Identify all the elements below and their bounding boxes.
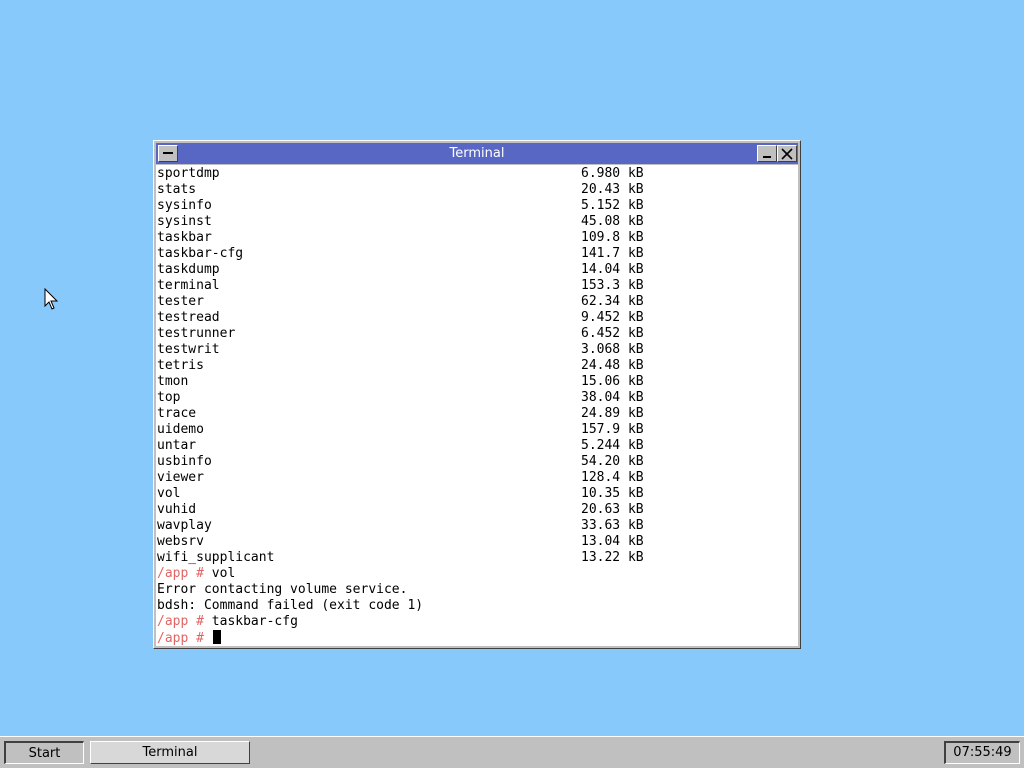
file-name: tetris [157, 358, 204, 373]
file-size: 20.63 kB [581, 502, 644, 517]
close-button[interactable] [777, 145, 797, 162]
minimize-icon [763, 156, 771, 158]
command-text: taskbar-cfg [211, 614, 298, 629]
file-size: 45.08 kB [581, 214, 644, 229]
file-name: uidemo [157, 422, 204, 437]
file-size: 9.452 kB [581, 310, 644, 325]
file-size: 5.152 kB [581, 198, 644, 213]
shell-prompt: /app # [157, 631, 212, 646]
shell-prompt: /app # [157, 566, 212, 581]
file-size: 6.452 kB [581, 326, 644, 341]
file-size: 62.34 kB [581, 294, 644, 309]
text-cursor [212, 630, 221, 644]
file-name: untar [157, 438, 197, 453]
file-size: 5.244 kB [581, 438, 644, 453]
file-size: 14.04 kB [581, 262, 644, 277]
file-name: vuhid [157, 502, 197, 517]
shell-prompt: /app # [157, 614, 212, 629]
file-size: 38.04 kB [581, 390, 644, 405]
desktop: Terminal sportdmp 6.980 kB stats 20.43 kB sy… [0, 0, 1024, 736]
command-line: /app # taskbar-cfg [157, 614, 298, 630]
file-size: 109.8 kB [581, 230, 644, 245]
file-size: 6.980 kB [581, 166, 644, 181]
terminal-window: Terminal sportdmp 6.980 kB stats 20.43 kB sy… [153, 140, 801, 649]
file-name: wifi_supplicant [157, 550, 275, 565]
window-title: Terminal [449, 146, 505, 161]
file-size: 128.4 kB [581, 470, 644, 485]
file-name: tmon [157, 374, 189, 389]
file-size: 33.63 kB [581, 518, 644, 533]
file-name: terminal [157, 278, 220, 293]
mouse-pointer-icon [44, 288, 59, 310]
taskbar-item-terminal[interactable]: Terminal [90, 741, 250, 764]
file-size: 54.20 kB [581, 454, 644, 469]
minimize-button[interactable] [757, 145, 777, 162]
file-name: tester [157, 294, 204, 309]
taskbar: Start Terminal 07:55:49 [0, 736, 1024, 768]
file-name: taskbar [157, 230, 212, 245]
start-button[interactable]: Start [4, 741, 84, 764]
command-line: /app # vol [157, 566, 235, 582]
taskbar-clock: 07:55:49 [944, 741, 1020, 764]
title-bar[interactable]: Terminal [156, 143, 798, 164]
close-icon [781, 148, 793, 160]
file-size: 10.35 kB [581, 486, 644, 501]
file-name: taskbar-cfg [157, 246, 244, 261]
file-name: sportdmp [157, 166, 220, 181]
file-name: sysinfo [157, 198, 212, 213]
file-name: wavplay [157, 518, 212, 533]
file-size: 15.06 kB [581, 374, 644, 389]
file-name: testwrit [157, 342, 220, 357]
file-size: 24.89 kB [581, 406, 644, 421]
file-name: stats [157, 182, 197, 197]
system-menu-button[interactable] [158, 145, 178, 162]
command-output-line: bdsh: Command failed (exit code 1) [157, 598, 424, 613]
file-name: trace [157, 406, 197, 421]
file-name: websrv [157, 534, 204, 549]
file-size: 141.7 kB [581, 246, 644, 261]
file-size: 3.068 kB [581, 342, 644, 357]
file-name: viewer [157, 470, 204, 485]
command-output-line: Error contacting volume service. [157, 582, 408, 597]
file-name: usbinfo [157, 454, 212, 469]
command-text: vol [211, 566, 236, 581]
file-name: top [157, 390, 181, 405]
file-size: 20.43 kB [581, 182, 644, 197]
file-size: 153.3 kB [581, 278, 644, 293]
current-prompt-line: /app # [157, 630, 221, 646]
file-size: 157.9 kB [581, 422, 644, 437]
terminal-output[interactable]: sportdmp 6.980 kB stats 20.43 kB sysinfo 5.15… [156, 165, 798, 646]
system-menu-icon [163, 152, 173, 154]
file-size: 24.48 kB [581, 358, 644, 373]
file-name: sysinst [157, 214, 212, 229]
file-name: vol [157, 486, 181, 501]
file-size: 13.22 kB [581, 550, 644, 565]
file-size: 13.04 kB [581, 534, 644, 549]
file-name: taskdump [157, 262, 220, 277]
file-name: testrunner [157, 326, 236, 341]
file-name: testread [157, 310, 220, 325]
